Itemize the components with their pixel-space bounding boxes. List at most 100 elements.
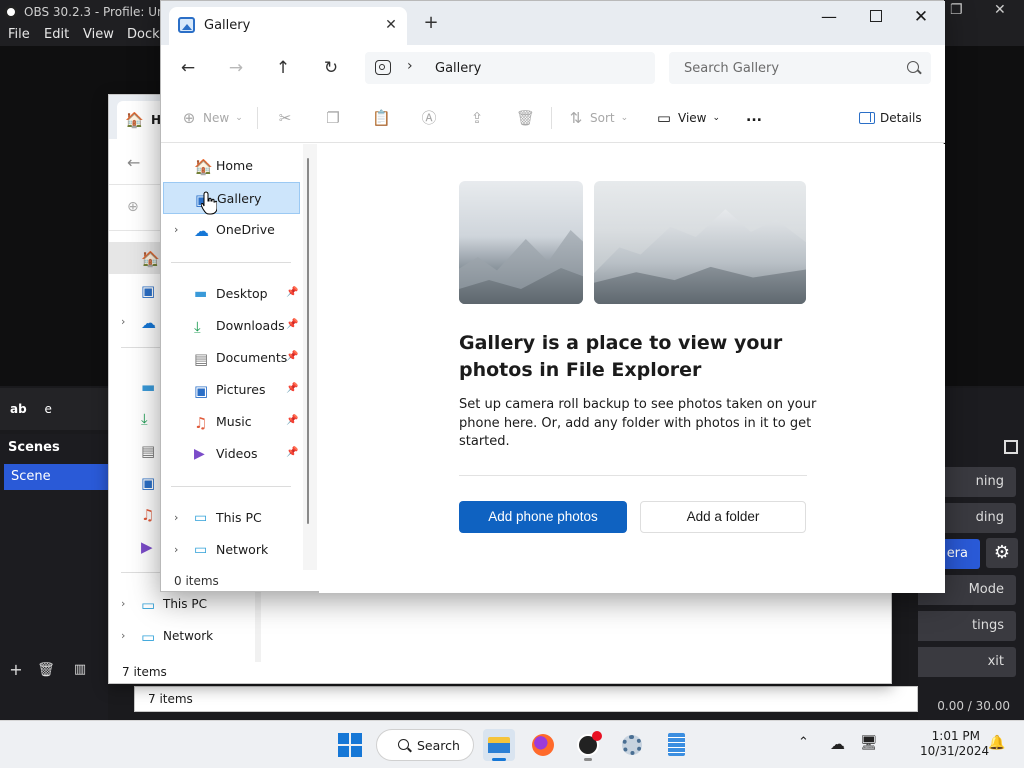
divider bbox=[171, 262, 291, 263]
pin-icon[interactable]: 📌 bbox=[286, 415, 298, 426]
obs-add-icon[interactable]: + bbox=[6, 660, 26, 680]
address-bar[interactable]: › Gallery bbox=[365, 52, 655, 84]
pin-icon[interactable]: 📌 bbox=[286, 287, 298, 298]
chevron-right-icon[interactable]: › bbox=[121, 629, 125, 642]
up-button[interactable]: ↑ bbox=[268, 53, 298, 83]
tab-close-icon[interactable]: ✕ bbox=[381, 15, 401, 35]
pin-icon[interactable]: 📌 bbox=[286, 351, 298, 362]
notification-bell-icon[interactable]: 🔔 bbox=[988, 735, 1005, 751]
forward-button[interactable]: → bbox=[221, 53, 251, 83]
sidebar-item-gallery[interactable]: ▣ Gallery bbox=[163, 182, 300, 214]
sidebar-item-this-pc[interactable]: › ▭ This PC bbox=[163, 502, 301, 534]
obs-source-bar: ab e bbox=[0, 388, 108, 430]
windows-logo-tile bbox=[338, 746, 349, 757]
computer-icon: ▭ bbox=[141, 596, 156, 614]
chevron-right-icon[interactable]: › bbox=[174, 543, 178, 556]
obs-restore-icon[interactable]: ❐ bbox=[950, 2, 963, 18]
obs-exit-button[interactable]: xit bbox=[918, 647, 1016, 677]
pin-icon[interactable]: 📌 bbox=[286, 319, 298, 330]
chevron-right-icon[interactable]: › bbox=[174, 223, 178, 236]
windows-logo-tile bbox=[351, 746, 362, 757]
sort-button[interactable]: ⇅ Sort ⌄ bbox=[567, 105, 628, 129]
delete-button[interactable]: 🗑 bbox=[516, 105, 535, 129]
share-button[interactable]: ⇪ bbox=[468, 105, 486, 129]
network-tray-icon[interactable]: 🖥 bbox=[860, 735, 878, 751]
chevron-down-icon: ⌄ bbox=[712, 112, 721, 123]
add-folder-button[interactable]: Add a folder bbox=[640, 501, 806, 533]
rename-button[interactable]: Ⓐ bbox=[420, 105, 438, 129]
pin-icon[interactable]: 📌 bbox=[286, 447, 298, 458]
taskbar-obs[interactable] bbox=[572, 729, 604, 761]
sidebar-scroll-track bbox=[303, 144, 317, 570]
chevron-right-icon[interactable]: › bbox=[121, 315, 125, 328]
paste-button[interactable]: 📋 bbox=[372, 105, 391, 129]
obs-scenes-dock: Scenes Scene + 🗑 ▥ bbox=[0, 434, 108, 720]
obs-gear-icon[interactable]: ⚙ bbox=[986, 538, 1018, 568]
start-button[interactable] bbox=[334, 729, 366, 761]
obs-trash-icon[interactable]: 🗑 bbox=[36, 660, 56, 680]
sidebar-item-downloads[interactable]: ⤓ Downloads 📌 bbox=[163, 310, 301, 342]
video-icon: ▶ bbox=[141, 538, 153, 556]
sidebar-item-pictures[interactable]: ▣ Pictures 📌 bbox=[163, 374, 301, 406]
refresh-button[interactable]: ↻ bbox=[316, 53, 346, 83]
sidebar-scrollbar[interactable] bbox=[307, 158, 309, 524]
computer-icon: ▭ bbox=[194, 510, 208, 526]
obs-scene-item[interactable]: Scene bbox=[4, 464, 108, 490]
network-icon: ▭ bbox=[141, 628, 156, 646]
details-button[interactable]: Details bbox=[859, 105, 922, 129]
taskbar-file-explorer[interactable] bbox=[483, 729, 515, 761]
view-button[interactable]: ▭ View ⌄ bbox=[655, 105, 720, 129]
recording-badge-icon bbox=[592, 731, 602, 741]
music-icon: ♫ bbox=[194, 414, 208, 432]
onedrive-tray-icon[interactable]: ☁ bbox=[830, 735, 845, 753]
pictures-icon: ▣ bbox=[194, 382, 209, 400]
back-sidebar-this-pc[interactable]: › ▭ This PC bbox=[109, 588, 265, 620]
more-options-button[interactable]: ... bbox=[746, 105, 762, 129]
chevron-right-icon[interactable]: › bbox=[407, 58, 413, 74]
share-icon: ⇪ bbox=[470, 108, 484, 127]
obs-close-icon[interactable]: ✕ bbox=[994, 2, 1006, 18]
sidebar-item-home[interactable]: 🏠 Home bbox=[163, 150, 301, 182]
empty-state-description: Set up camera roll backup to see photos … bbox=[459, 397, 817, 449]
obs-scenes-title: Scenes bbox=[8, 440, 60, 455]
sidebar-item-desktop[interactable]: ▬ Desktop 📌 bbox=[163, 278, 301, 310]
chevron-right-icon[interactable]: › bbox=[121, 597, 125, 610]
minimize-button[interactable]: — bbox=[809, 4, 849, 30]
chevron-right-icon[interactable]: › bbox=[174, 511, 178, 524]
sidebar-item-documents[interactable]: ▤ Documents 📌 bbox=[163, 342, 301, 374]
obs-menu-file[interactable]: File bbox=[8, 24, 30, 46]
taskbar: Search ⌃ ☁ 🖥 1:01 PM 10/31/2024 🔔 bbox=[0, 720, 1024, 768]
back-button[interactable]: ← bbox=[173, 53, 203, 83]
sidebar-item-videos[interactable]: ▶ Videos 📌 bbox=[163, 438, 301, 470]
new-tab-icon[interactable]: + bbox=[421, 13, 441, 33]
maximize-button[interactable] bbox=[855, 4, 895, 30]
scissors-icon: ✂ bbox=[278, 108, 292, 127]
taskbar-settings[interactable] bbox=[616, 729, 648, 761]
close-window-button[interactable]: ✕ bbox=[901, 4, 941, 30]
search-input[interactable]: Search Gallery bbox=[669, 52, 931, 84]
sidebar-item-network[interactable]: › ▭ Network bbox=[163, 534, 301, 566]
sidebar-item-music[interactable]: ♫ Music 📌 bbox=[163, 406, 301, 438]
obs-filter-icon[interactable]: ▥ bbox=[70, 660, 90, 680]
back-sidebar-network[interactable]: › ▭ Network bbox=[109, 620, 265, 652]
back-arrow-icon[interactable]: ← bbox=[127, 153, 140, 172]
chevron-up-icon[interactable]: ⌃ bbox=[798, 735, 809, 750]
new-icon[interactable]: ⊕ bbox=[127, 199, 139, 215]
taskbar-search-button[interactable]: Search bbox=[376, 729, 474, 761]
taskbar-firefox[interactable] bbox=[527, 729, 559, 761]
sidebar-item-onedrive[interactable]: › ☁ OneDrive bbox=[163, 214, 301, 246]
taskbar-notepad[interactable] bbox=[660, 729, 692, 761]
cut-button[interactable]: ✂ bbox=[276, 105, 294, 129]
back-status-bar: 7 items bbox=[122, 665, 167, 679]
obs-menu-view[interactable]: View bbox=[83, 24, 114, 46]
new-button[interactable]: ⊕ New ⌄ bbox=[180, 105, 243, 129]
tab-gallery[interactable]: Gallery ✕ bbox=[169, 7, 407, 45]
add-phone-photos-button[interactable]: Add phone photos bbox=[459, 501, 627, 533]
obs-dock-float-icon[interactable] bbox=[1004, 440, 1018, 454]
download-icon: ⤓ bbox=[141, 410, 148, 428]
copy-button[interactable]: ❐ bbox=[324, 105, 342, 129]
obs-menu-edit[interactable]: Edit bbox=[44, 24, 69, 46]
obs-settings-button[interactable]: tings bbox=[918, 611, 1016, 641]
pin-icon[interactable]: 📌 bbox=[286, 383, 298, 394]
system-clock[interactable]: 1:01 PM 10/31/2024 bbox=[920, 729, 989, 759]
